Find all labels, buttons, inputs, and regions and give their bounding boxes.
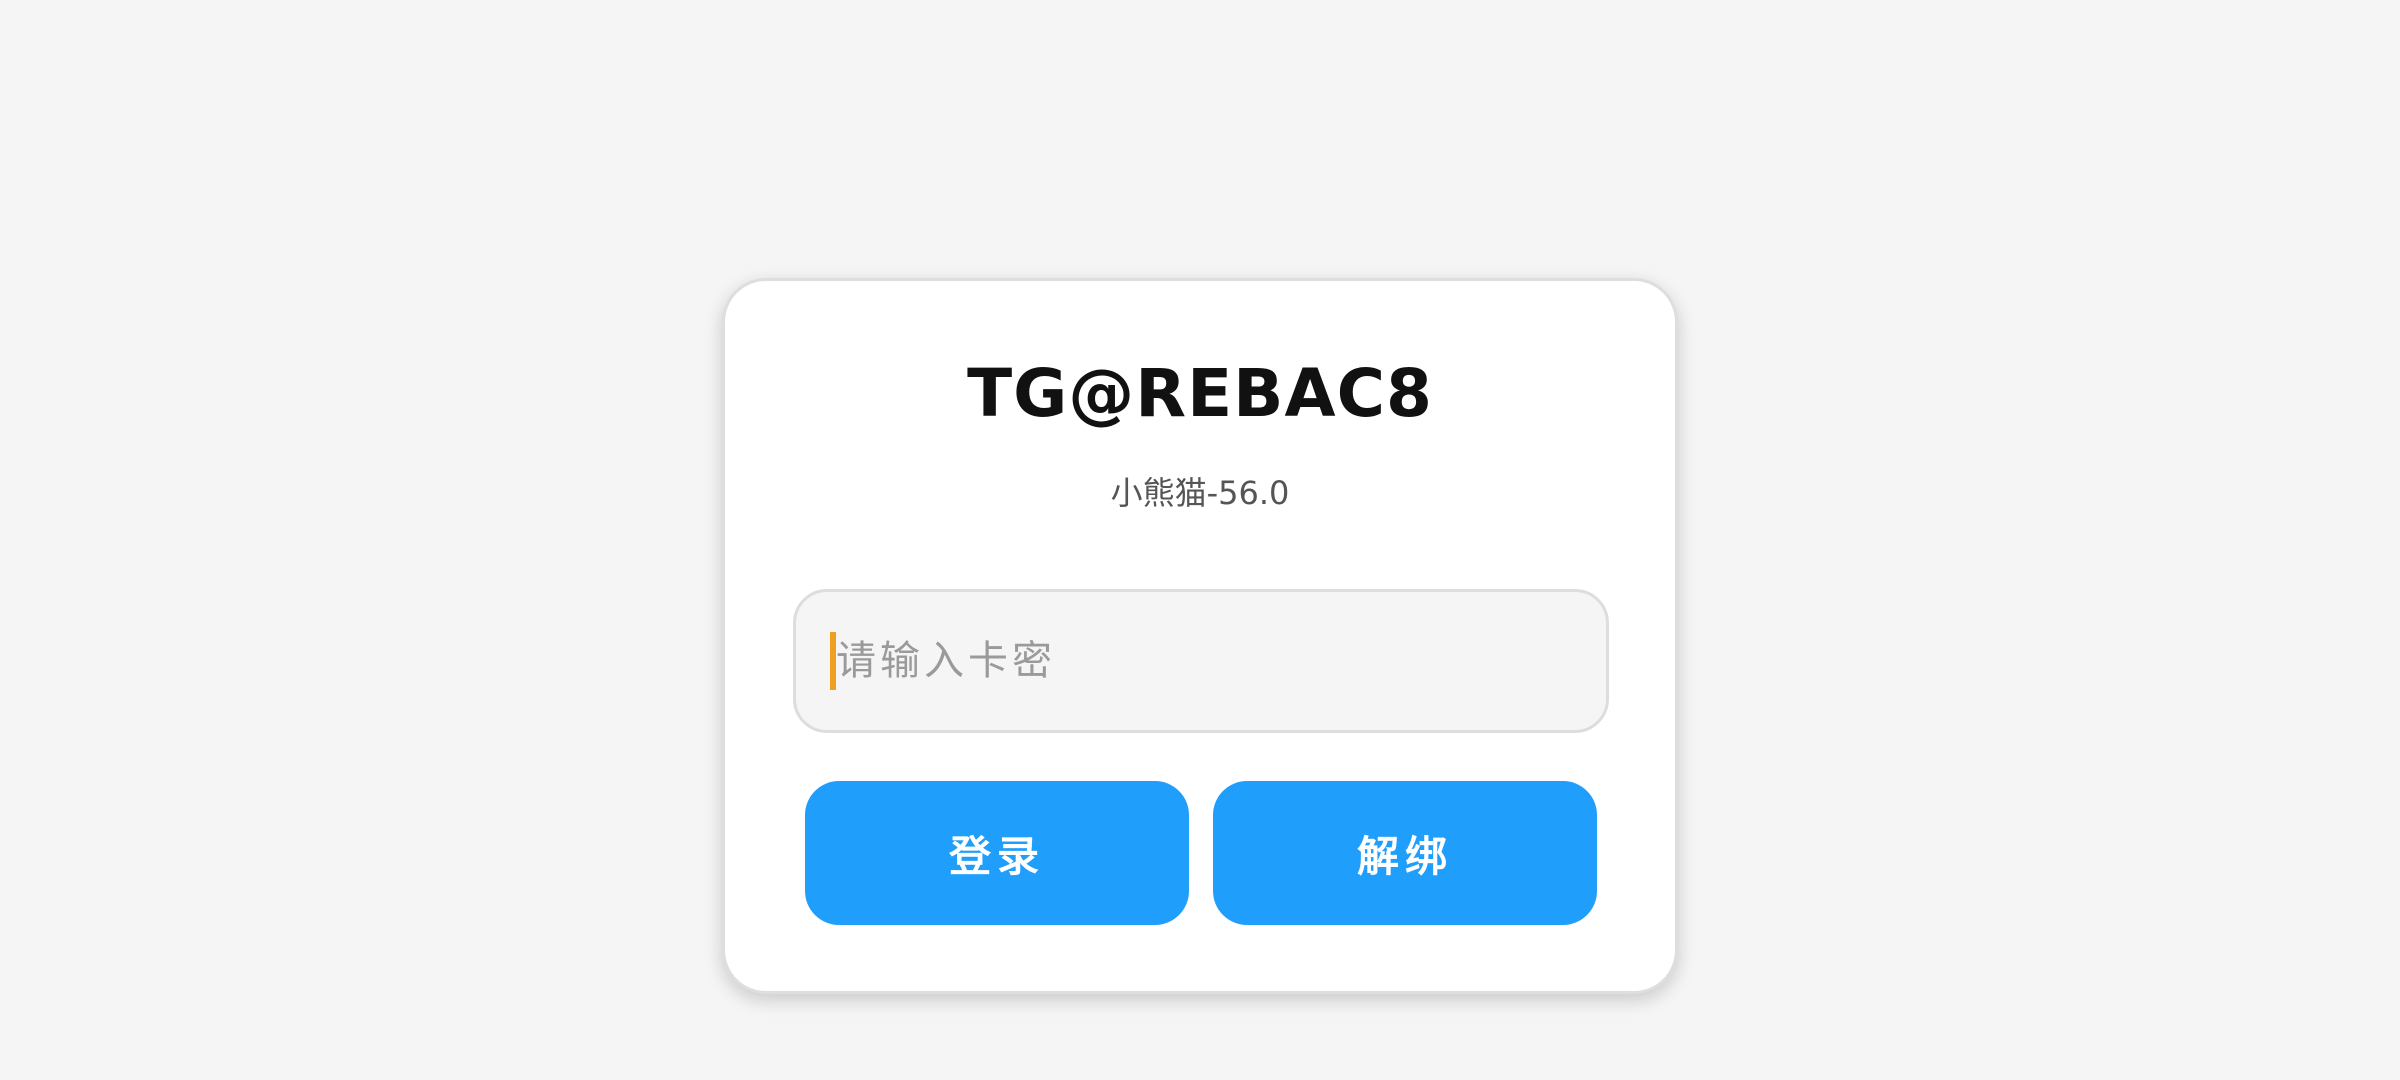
app-version: 小熊猫-56.0 — [1110, 474, 1290, 512]
card-key-field[interactable] — [793, 589, 1609, 733]
login-button[interactable]: 登录 — [805, 781, 1189, 925]
login-card: TG@REBAC8 小熊猫-56.0 登录 解绑 — [722, 278, 1678, 994]
card-key-input[interactable] — [836, 592, 1576, 730]
app-title: TG@REBAC8 — [967, 355, 1433, 432]
unbind-button[interactable]: 解绑 — [1213, 781, 1597, 925]
